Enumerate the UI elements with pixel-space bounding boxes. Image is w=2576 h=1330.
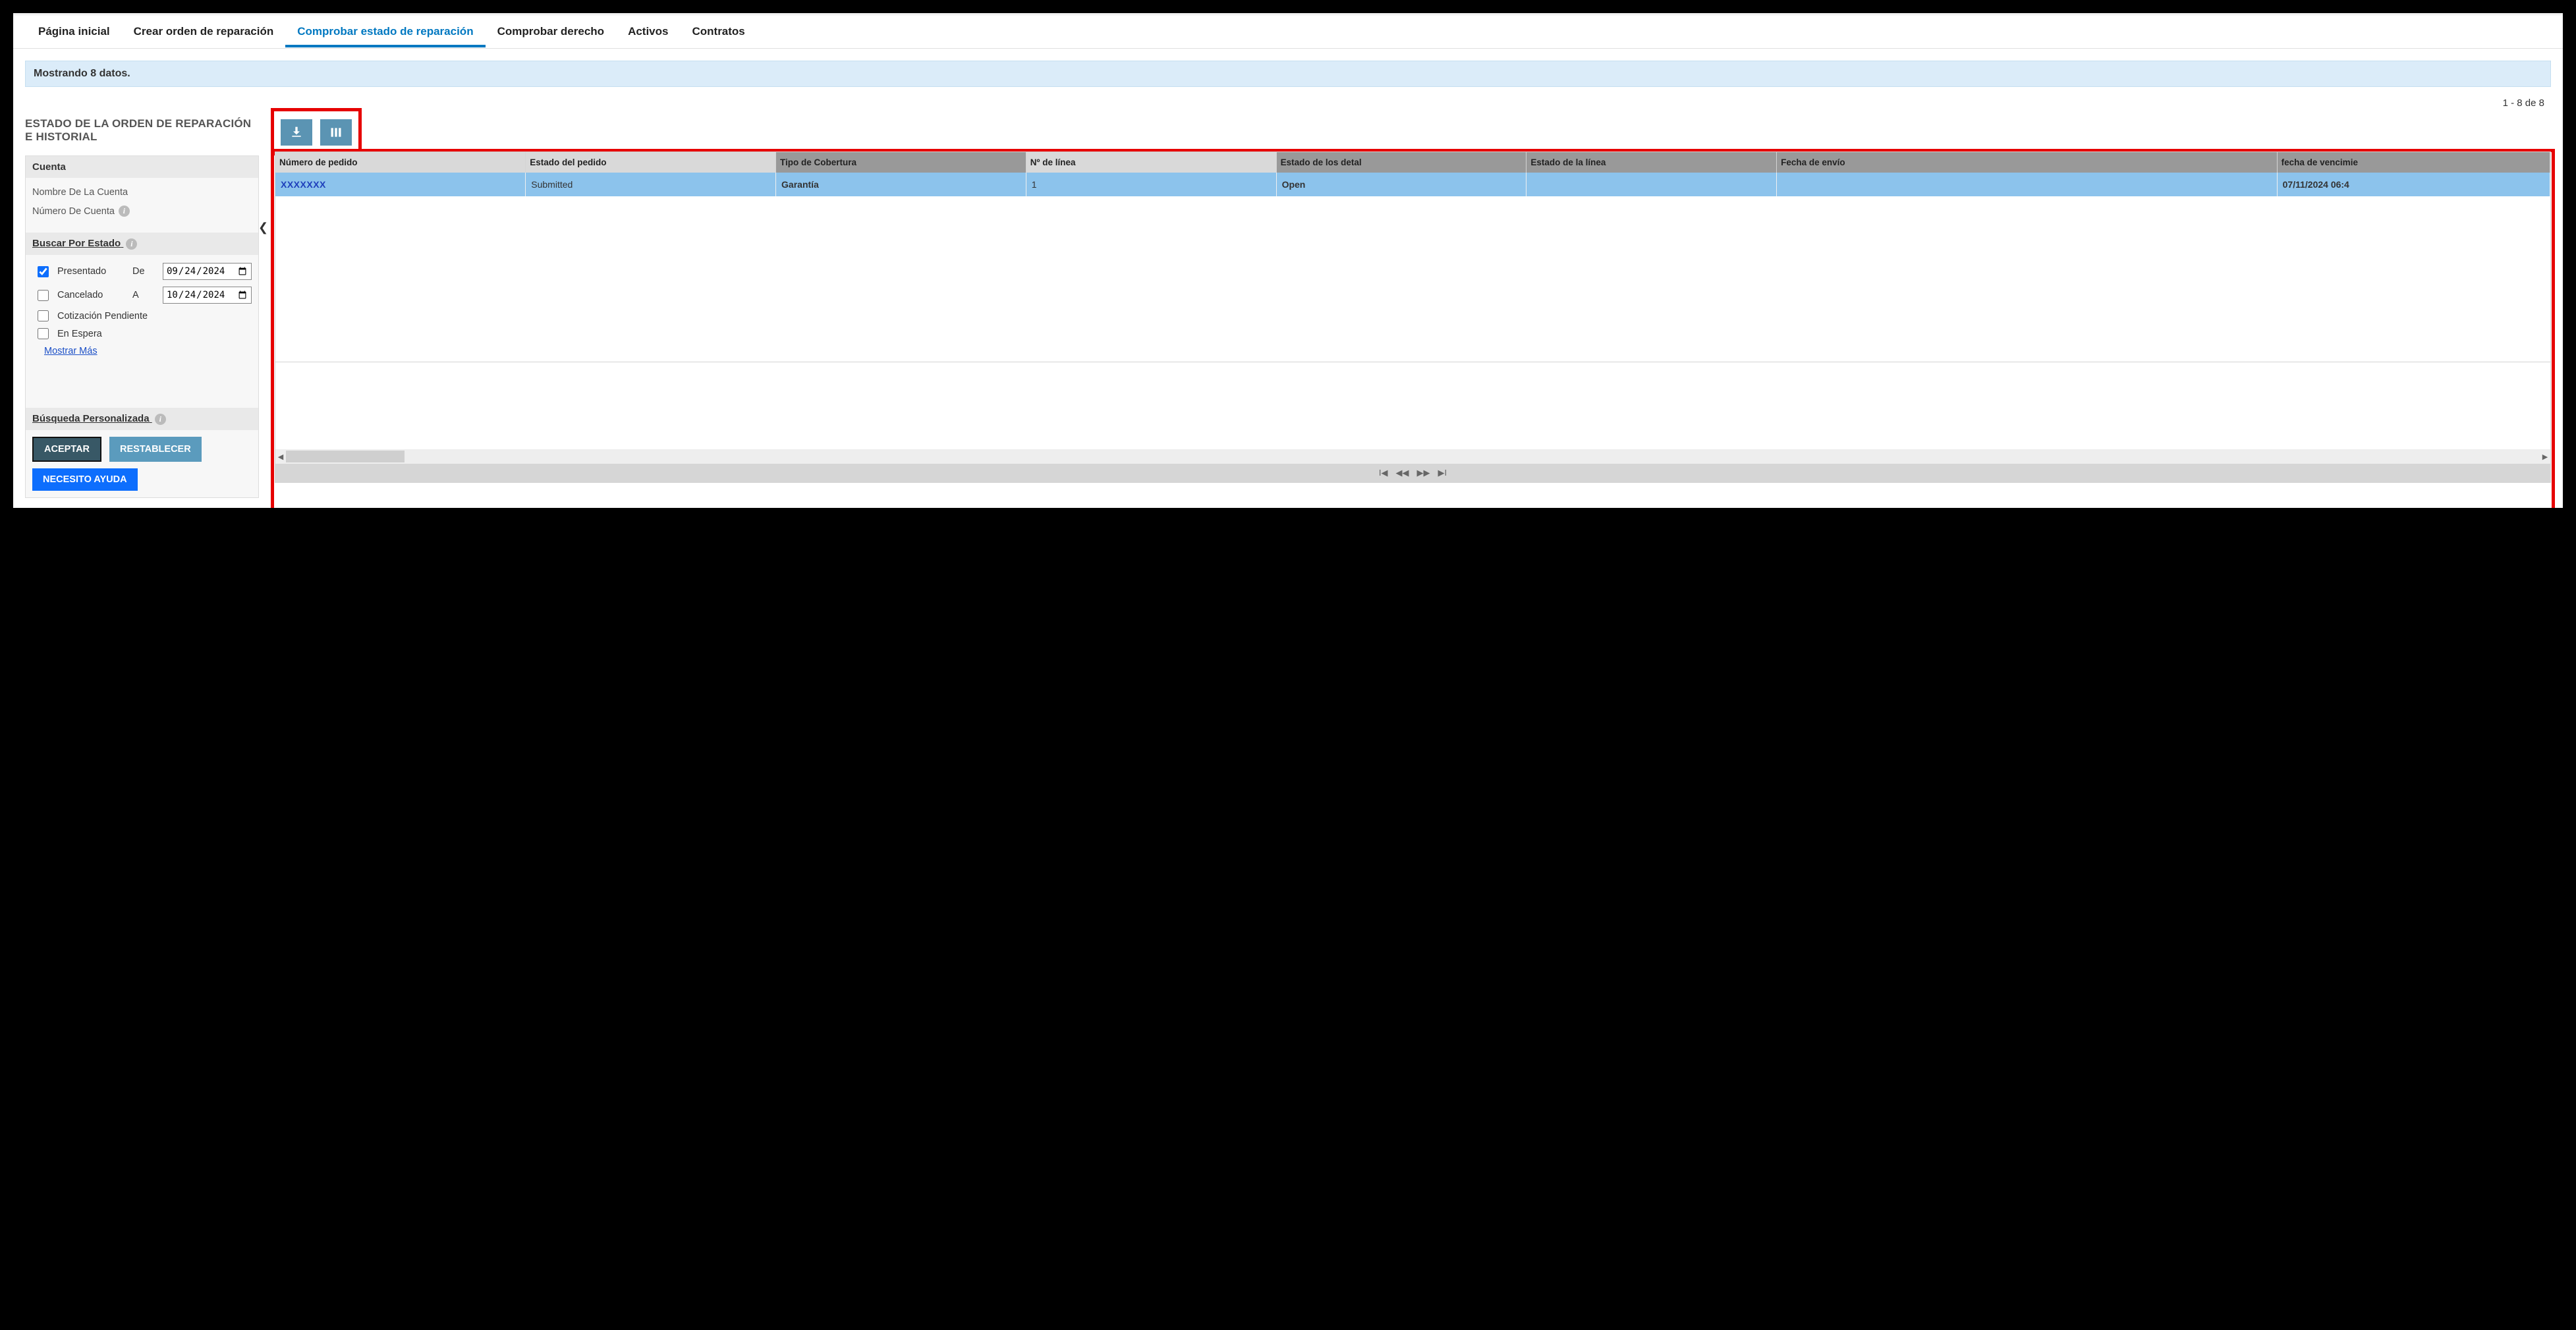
- cell-order-status: Submitted: [526, 173, 776, 196]
- label-cancelled: Cancelado: [57, 290, 128, 300]
- tab-check-entitlement[interactable]: Comprobar derecho: [486, 16, 616, 47]
- results-table-wrap: Número de pedido Estado del pedido Tipo …: [275, 152, 2551, 483]
- tab-create-order[interactable]: Crear orden de reparación: [122, 16, 286, 47]
- tab-home[interactable]: Página inicial: [26, 16, 122, 47]
- col-ship-date[interactable]: Fecha de envío: [1777, 152, 2278, 173]
- scroll-thumb[interactable]: [286, 451, 405, 462]
- checkbox-quote-pending[interactable]: [38, 310, 49, 321]
- right-column: 1 - 8 de 8: [275, 99, 2551, 498]
- left-column: ESTADO DE LA ORDEN DE REPARACIÓN E HISTO…: [25, 99, 259, 498]
- page-title: ESTADO DE LA ORDEN DE REPARACIÓN E HISTO…: [25, 117, 259, 144]
- table-lower-area: [275, 362, 2550, 449]
- pager-first-icon[interactable]: I◀: [1379, 468, 1388, 478]
- to-label: A: [132, 290, 159, 300]
- date-to-input[interactable]: [163, 287, 252, 304]
- date-from-input[interactable]: [163, 263, 252, 280]
- cell-line-no: 1: [1026, 173, 1276, 196]
- table-row[interactable]: XXXXXXX Submitted Garantía 1 Open 07/11/…: [275, 173, 2550, 196]
- results-alert: Mostrando 8 datos.: [25, 61, 2551, 87]
- highlight-toolbar: [271, 108, 362, 155]
- collapse-sidebar-icon[interactable]: ❮: [258, 221, 268, 235]
- pager-last-icon[interactable]: ▶I: [1438, 468, 1447, 478]
- action-buttons-row: ACEPTAR RESTABLECER: [26, 430, 258, 468]
- cell-order-no[interactable]: XXXXXXX: [275, 173, 526, 196]
- help-button[interactable]: NECESITO AYUDA: [32, 468, 138, 491]
- status-filter-grid: Presentado De Cancelado A Cotización Pen…: [26, 255, 258, 343]
- show-more-link[interactable]: Mostrar Más: [44, 346, 98, 356]
- custom-search-label: Búsqueda Personalizada: [32, 413, 150, 424]
- custom-search-header: Búsqueda Personalizada i: [26, 408, 258, 430]
- scroll-track[interactable]: [286, 449, 2540, 464]
- content-area: ESTADO DE LA ORDEN DE REPARACIÓN E HISTO…: [13, 87, 2563, 509]
- label-quote-pending: Cotización Pendiente: [57, 311, 252, 321]
- from-label: De: [132, 266, 159, 277]
- cell-line-status: [1526, 173, 1777, 196]
- label-on-hold: En Espera: [57, 329, 252, 339]
- horizontal-scrollbar[interactable]: ◀ ▶: [275, 449, 2550, 464]
- col-order-no[interactable]: Número de pedido: [275, 152, 526, 173]
- app-frame: Página inicial Crear orden de reparación…: [12, 12, 2564, 509]
- pager-next-icon[interactable]: ▶▶: [1417, 468, 1430, 478]
- account-name-label: Nombre De La Cuenta: [32, 183, 252, 202]
- tab-contracts[interactable]: Contratos: [680, 16, 756, 47]
- pager-text: 1 - 8 de 8: [2503, 97, 2544, 109]
- info-icon[interactable]: i: [155, 414, 166, 425]
- cell-detail-status: Open: [1276, 173, 1526, 196]
- label-submitted: Presentado: [57, 266, 128, 277]
- checkbox-submitted[interactable]: [38, 266, 49, 277]
- search-by-status-label: Buscar Por Estado: [32, 238, 121, 249]
- account-number-label: Número De Cuenta: [32, 206, 115, 217]
- tab-assets[interactable]: Activos: [616, 16, 680, 47]
- pager-bar: I◀ ◀◀ ▶▶ ▶I: [275, 464, 2550, 482]
- checkbox-cancelled[interactable]: [38, 290, 49, 301]
- scroll-right-icon[interactable]: ▶: [2540, 449, 2550, 464]
- table-header-row: Número de pedido Estado del pedido Tipo …: [275, 152, 2550, 173]
- accept-button[interactable]: ACEPTAR: [32, 437, 101, 462]
- search-by-status-header: Buscar Por Estado i: [26, 233, 258, 255]
- scroll-left-icon[interactable]: ◀: [275, 449, 286, 464]
- columns-icon: [329, 126, 343, 139]
- col-detail-status[interactable]: Estado de los detal: [1276, 152, 1526, 173]
- pager-prev-icon[interactable]: ◀◀: [1396, 468, 1409, 478]
- account-header: Cuenta: [26, 156, 258, 178]
- cell-coverage: Garantía: [776, 173, 1026, 196]
- table-empty-area: [275, 196, 2550, 362]
- cell-due-date: 07/11/2024 06:4: [2277, 173, 2550, 196]
- cell-ship-date: [1777, 173, 2278, 196]
- download-button[interactable]: [281, 119, 312, 146]
- col-order-status[interactable]: Estado del pedido: [526, 152, 776, 173]
- account-number-row: Número De Cuenta i: [32, 202, 252, 221]
- col-coverage[interactable]: Tipo de Cobertura: [776, 152, 1026, 173]
- tab-check-repair-status[interactable]: Comprobar estado de reparación: [285, 16, 485, 47]
- checkbox-on-hold[interactable]: [38, 328, 49, 339]
- download-icon: [290, 126, 303, 139]
- col-line-no[interactable]: Nº de línea: [1026, 152, 1276, 173]
- results-table: Número de pedido Estado del pedido Tipo …: [275, 152, 2550, 196]
- info-icon[interactable]: i: [119, 206, 130, 217]
- col-due-date[interactable]: fecha de vencimie: [2277, 152, 2550, 173]
- help-button-row: NECESITO AYUDA: [26, 468, 258, 497]
- info-icon[interactable]: i: [126, 238, 137, 250]
- col-line-status[interactable]: Estado de la línea: [1526, 152, 1777, 173]
- top-nav: Página inicial Crear orden de reparación…: [13, 14, 2563, 49]
- columns-button[interactable]: [320, 119, 352, 146]
- filter-panel: Cuenta Nombre De La Cuenta Número De Cue…: [25, 155, 259, 498]
- reset-button[interactable]: RESTABLECER: [109, 437, 202, 462]
